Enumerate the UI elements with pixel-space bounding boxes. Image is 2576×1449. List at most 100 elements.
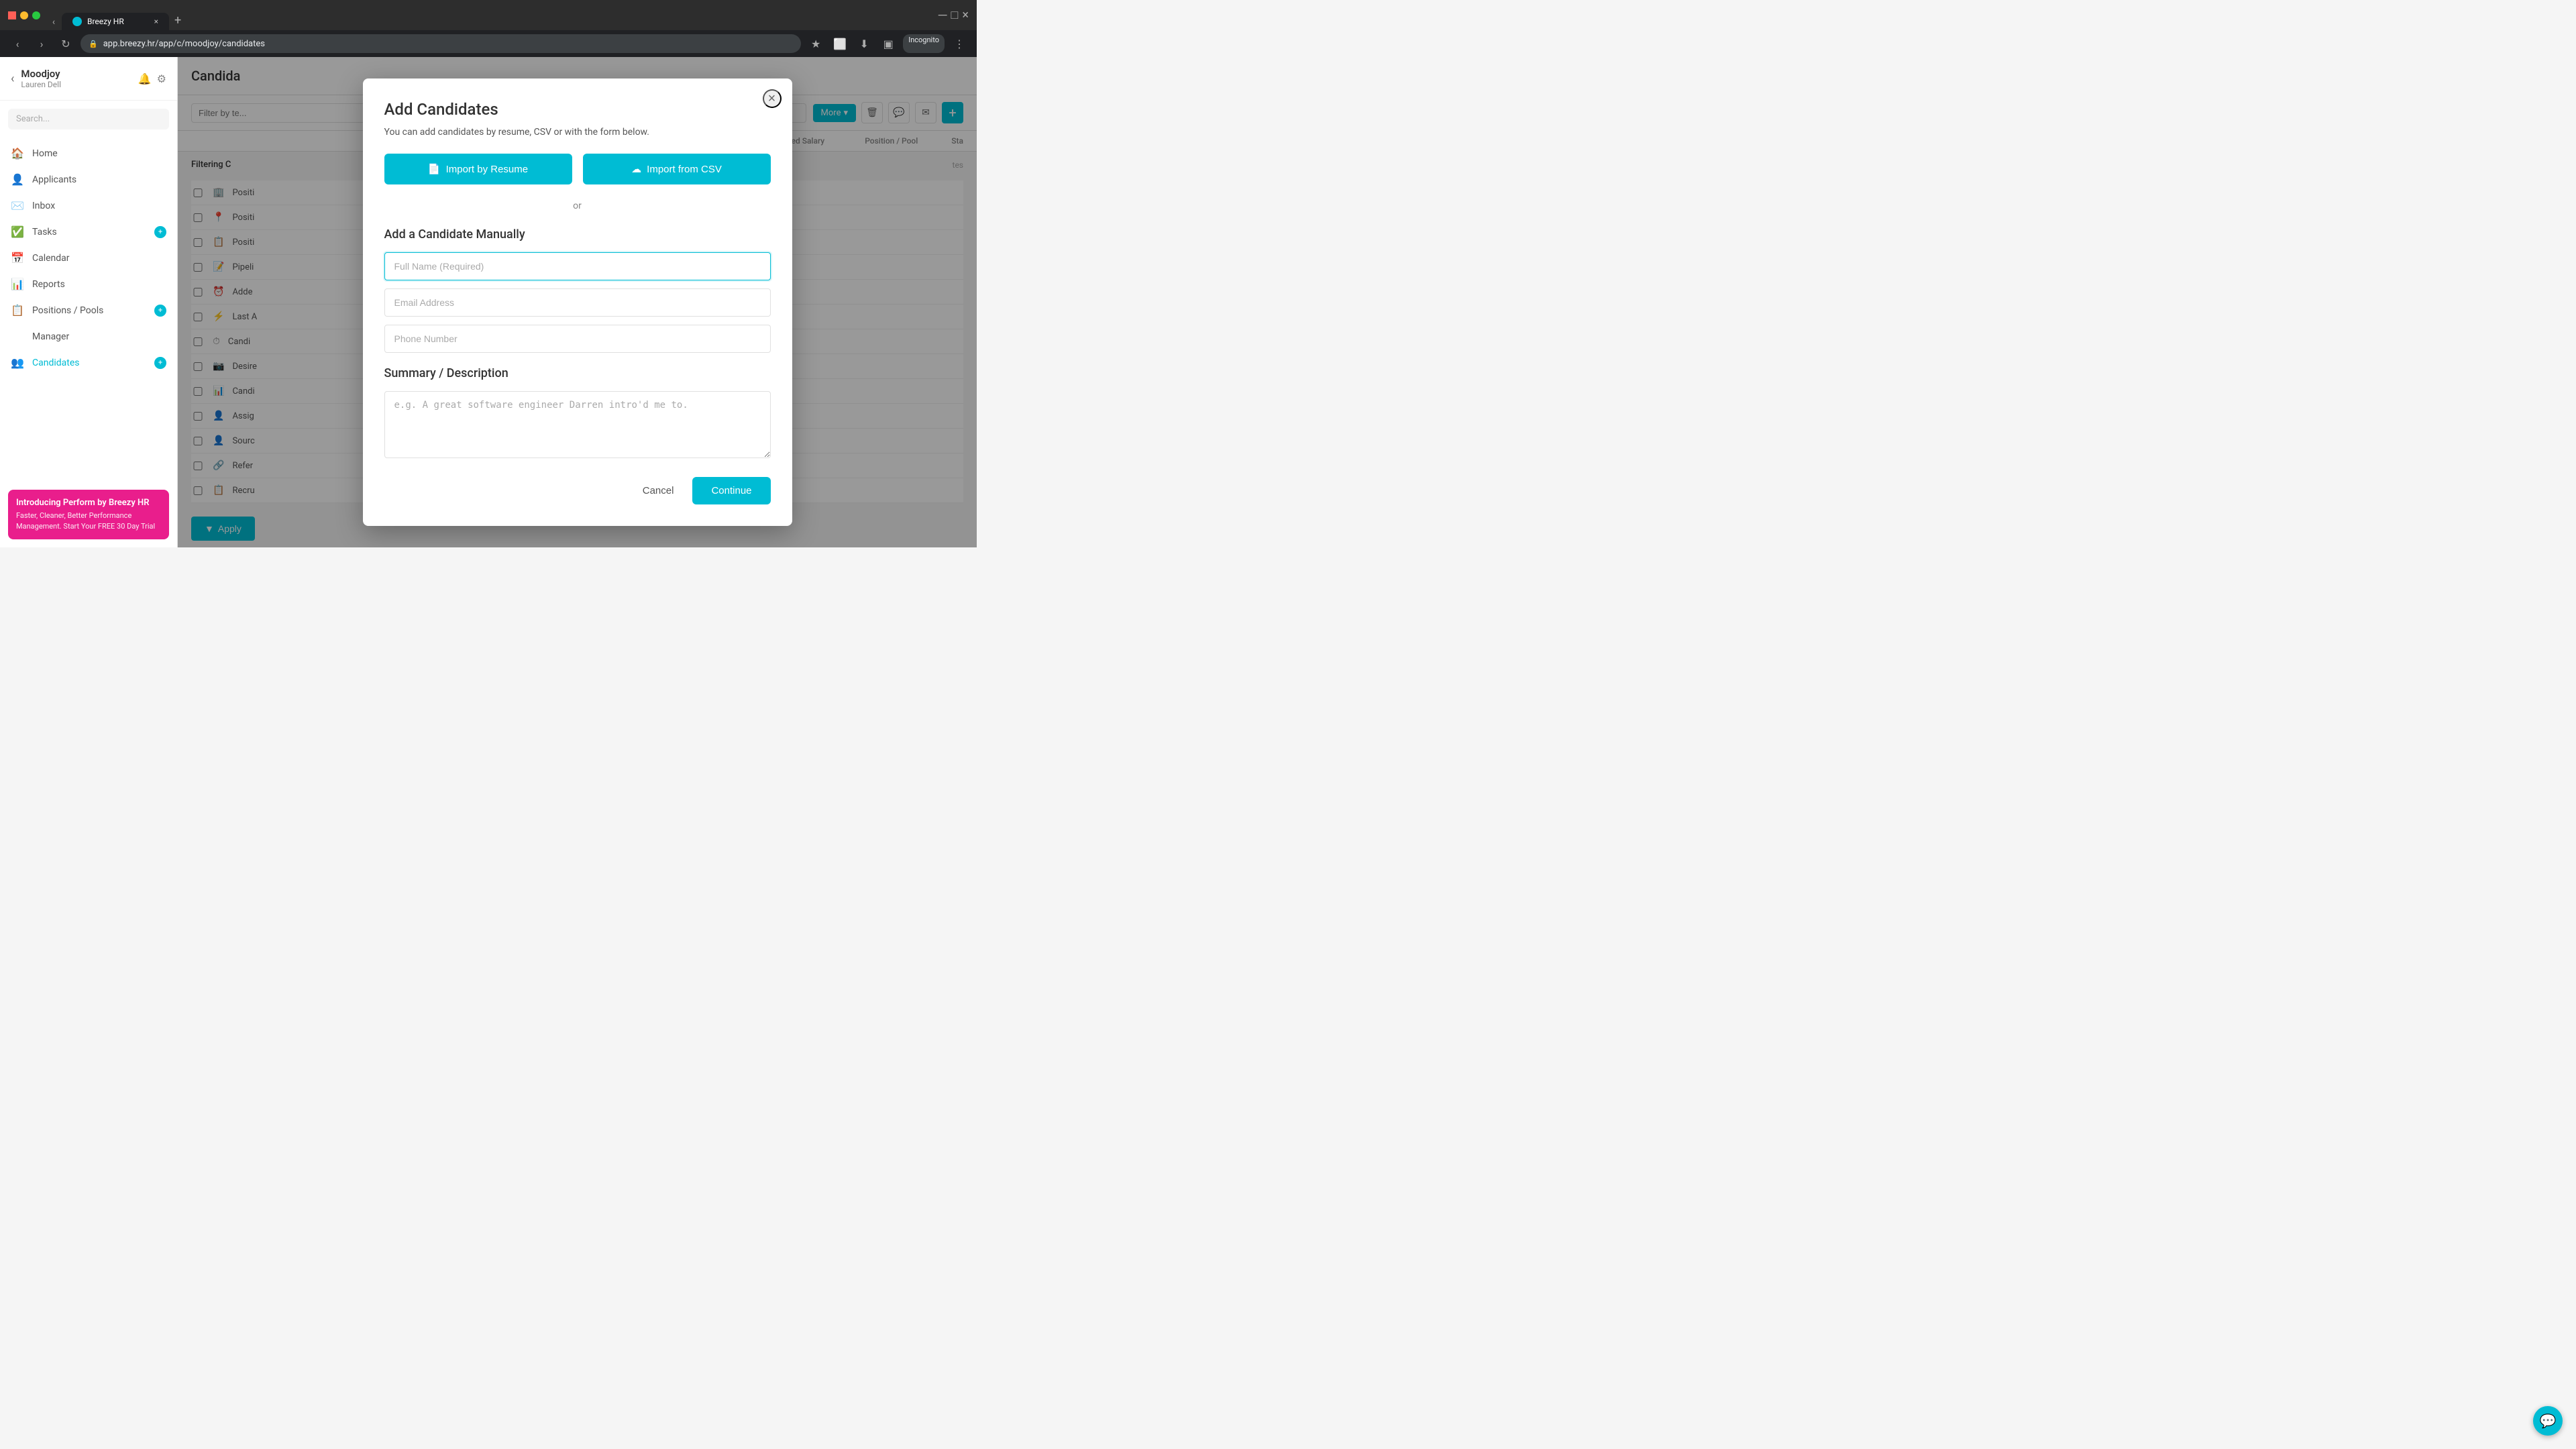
cancel-button[interactable]: Cancel <box>632 478 685 503</box>
modal-footer: Cancel Continue <box>384 477 771 504</box>
modal-title: Add Candidates <box>384 100 771 119</box>
sidebar-label-reports: Reports <box>32 279 65 290</box>
continue-button[interactable]: Continue <box>692 477 770 504</box>
import-csv-label: Import from CSV <box>647 164 722 175</box>
sidebar-item-tasks[interactable]: ✅ Tasks + <box>0 219 177 245</box>
address-bar[interactable]: 🔒 app.breezy.hr/app/c/moodjoy/candidates <box>80 34 801 53</box>
full-name-input[interactable] <box>384 252 771 280</box>
close-button[interactable]: × <box>962 8 969 22</box>
inbox-icon: ✉️ <box>11 199 24 212</box>
sidebar-label-candidates: Candidates <box>32 358 80 368</box>
restore-button[interactable]: □ <box>951 8 959 22</box>
sidebar-label-positions: Positions / Pools <box>32 305 103 316</box>
candidates-icon: 👥 <box>11 356 24 369</box>
reload-button[interactable]: ↻ <box>56 34 75 53</box>
prev-tab-button[interactable]: ‹ <box>46 14 62 30</box>
tab-favicon <box>72 17 82 26</box>
minimize-button[interactable]: ─ <box>938 8 947 22</box>
calendar-icon: 📅 <box>11 252 24 264</box>
url-text: app.breezy.hr/app/c/moodjoy/candidates <box>103 39 265 49</box>
sidebar-header-icons: 🔔 ⚙ <box>138 72 166 85</box>
incognito-badge: Incognito <box>903 34 945 53</box>
csv-icon: ☁ <box>631 163 641 175</box>
chat-widget[interactable]: 💬 <box>2533 1406 2563 1436</box>
tasks-badge: + <box>154 226 166 238</box>
manual-section-title: Add a Candidate Manually <box>384 227 771 241</box>
sidebar-label-calendar: Calendar <box>32 253 70 264</box>
close-icon: × <box>768 91 776 107</box>
browser-chrome: ‹ Breezy HR × + ─ □ × <box>0 0 977 30</box>
sidebar-label-manager: Manager <box>32 331 69 342</box>
sidebar-item-reports[interactable]: 📊 Reports <box>0 271 177 297</box>
promo-title: Introducing Perform by Breezy HR <box>16 498 161 508</box>
active-tab[interactable]: Breezy HR × <box>62 13 169 30</box>
new-tab-button[interactable]: + <box>169 11 186 30</box>
summary-textarea[interactable] <box>384 391 771 458</box>
modal-overlay[interactable]: × Add Candidates You can add candidates … <box>178 57 977 547</box>
positions-icon: 📋 <box>11 304 24 317</box>
sidebar-item-manager[interactable]: Manager <box>0 323 177 350</box>
sidebar-label-home: Home <box>32 148 58 159</box>
forward-button[interactable]: › <box>32 34 51 53</box>
search-box[interactable]: Search... <box>8 109 169 129</box>
summary-section-title: Summary / Description <box>384 366 771 380</box>
import-resume-label: Import by Resume <box>446 164 529 175</box>
modal-or-divider: or <box>384 201 771 211</box>
import-csv-button[interactable]: ☁ Import from CSV <box>583 154 771 184</box>
bookmark-button[interactable]: ★ <box>806 34 825 53</box>
lock-icon: 🔒 <box>89 40 98 48</box>
modal-close-button[interactable]: × <box>763 89 782 108</box>
reports-icon: 📊 <box>11 278 24 290</box>
tab-title: Breezy HR <box>87 17 124 26</box>
settings-icon[interactable]: ⚙ <box>157 72 166 85</box>
back-button[interactable]: ‹ <box>8 34 27 53</box>
sidebar-company: Moodjoy Lauren Dell <box>21 68 131 89</box>
chat-widget-icon: 💬 <box>2540 1413 2557 1429</box>
or-label: or <box>573 201 582 211</box>
add-candidates-modal: × Add Candidates You can add candidates … <box>363 78 792 526</box>
sidebar-header: ‹ Moodjoy Lauren Dell 🔔 ⚙ <box>0 57 177 101</box>
sidebar-item-applicants[interactable]: 👤 Applicants <box>0 166 177 193</box>
screen-button[interactable]: ▣ <box>879 34 898 53</box>
notification-icon[interactable]: 🔔 <box>138 72 152 85</box>
sidebar-nav: 🏠 Home 👤 Applicants ✉️ Inbox ✅ Tasks + 📅… <box>0 138 177 482</box>
home-icon: 🏠 <box>11 147 24 160</box>
sidebar-item-candidates[interactable]: 👥 Candidates + <box>0 350 177 376</box>
modal-subtitle: You can add candidates by resume, CSV or… <box>384 127 771 138</box>
window-maximize-button[interactable] <box>32 11 40 19</box>
browser-actions: ★ ⬜ ⬇ ▣ Incognito ⋮ <box>806 34 969 53</box>
user-name: Lauren Dell <box>21 80 131 89</box>
resume-icon: 📄 <box>428 163 441 175</box>
candidates-badge: + <box>154 357 166 369</box>
tasks-icon: ✅ <box>11 225 24 238</box>
sidebar-label-inbox: Inbox <box>32 201 55 211</box>
sidebar-item-inbox[interactable]: ✉️ Inbox <box>0 193 177 219</box>
manager-icon <box>11 330 24 343</box>
sidebar-item-positions-pools[interactable]: 📋 Positions / Pools + <box>0 297 177 323</box>
browser-tabs: ‹ Breezy HR × + <box>46 0 186 30</box>
applicants-icon: 👤 <box>11 173 24 186</box>
download-button[interactable]: ⬇ <box>855 34 873 53</box>
sidebar-label-applicants: Applicants <box>32 174 76 185</box>
positions-badge: + <box>154 305 166 317</box>
promo-description: Faster, Cleaner, Better Performance Mana… <box>16 511 161 531</box>
extensions-button[interactable]: ⬜ <box>830 34 849 53</box>
menu-button[interactable]: ⋮ <box>950 34 969 53</box>
main-content: Candida More ▾ 🗑 💬 ✉ + <box>178 57 977 547</box>
sidebar-label-tasks: Tasks <box>32 227 57 237</box>
email-input[interactable] <box>384 288 771 317</box>
window-minimize-button[interactable] <box>20 11 28 19</box>
modal-import-buttons: 📄 Import by Resume ☁ Import from CSV <box>384 154 771 184</box>
tab-close-button[interactable]: × <box>154 17 158 26</box>
phone-input[interactable] <box>384 325 771 353</box>
import-resume-button[interactable]: 📄 Import by Resume <box>384 154 572 184</box>
sidebar-back-button[interactable]: ‹ <box>11 72 14 86</box>
app-container: ‹ Moodjoy Lauren Dell 🔔 ⚙ Search... 🏠 Ho… <box>0 57 977 547</box>
window-close-button[interactable] <box>8 11 16 19</box>
company-name: Moodjoy <box>21 68 131 80</box>
sidebar-item-home[interactable]: 🏠 Home <box>0 140 177 166</box>
browser-controls: ‹ › ↻ 🔒 app.breezy.hr/app/c/moodjoy/cand… <box>0 30 977 57</box>
sidebar-item-calendar[interactable]: 📅 Calendar <box>0 245 177 271</box>
sidebar: ‹ Moodjoy Lauren Dell 🔔 ⚙ Search... 🏠 Ho… <box>0 57 178 547</box>
promo-banner[interactable]: Introducing Perform by Breezy HR Faster,… <box>8 490 169 539</box>
